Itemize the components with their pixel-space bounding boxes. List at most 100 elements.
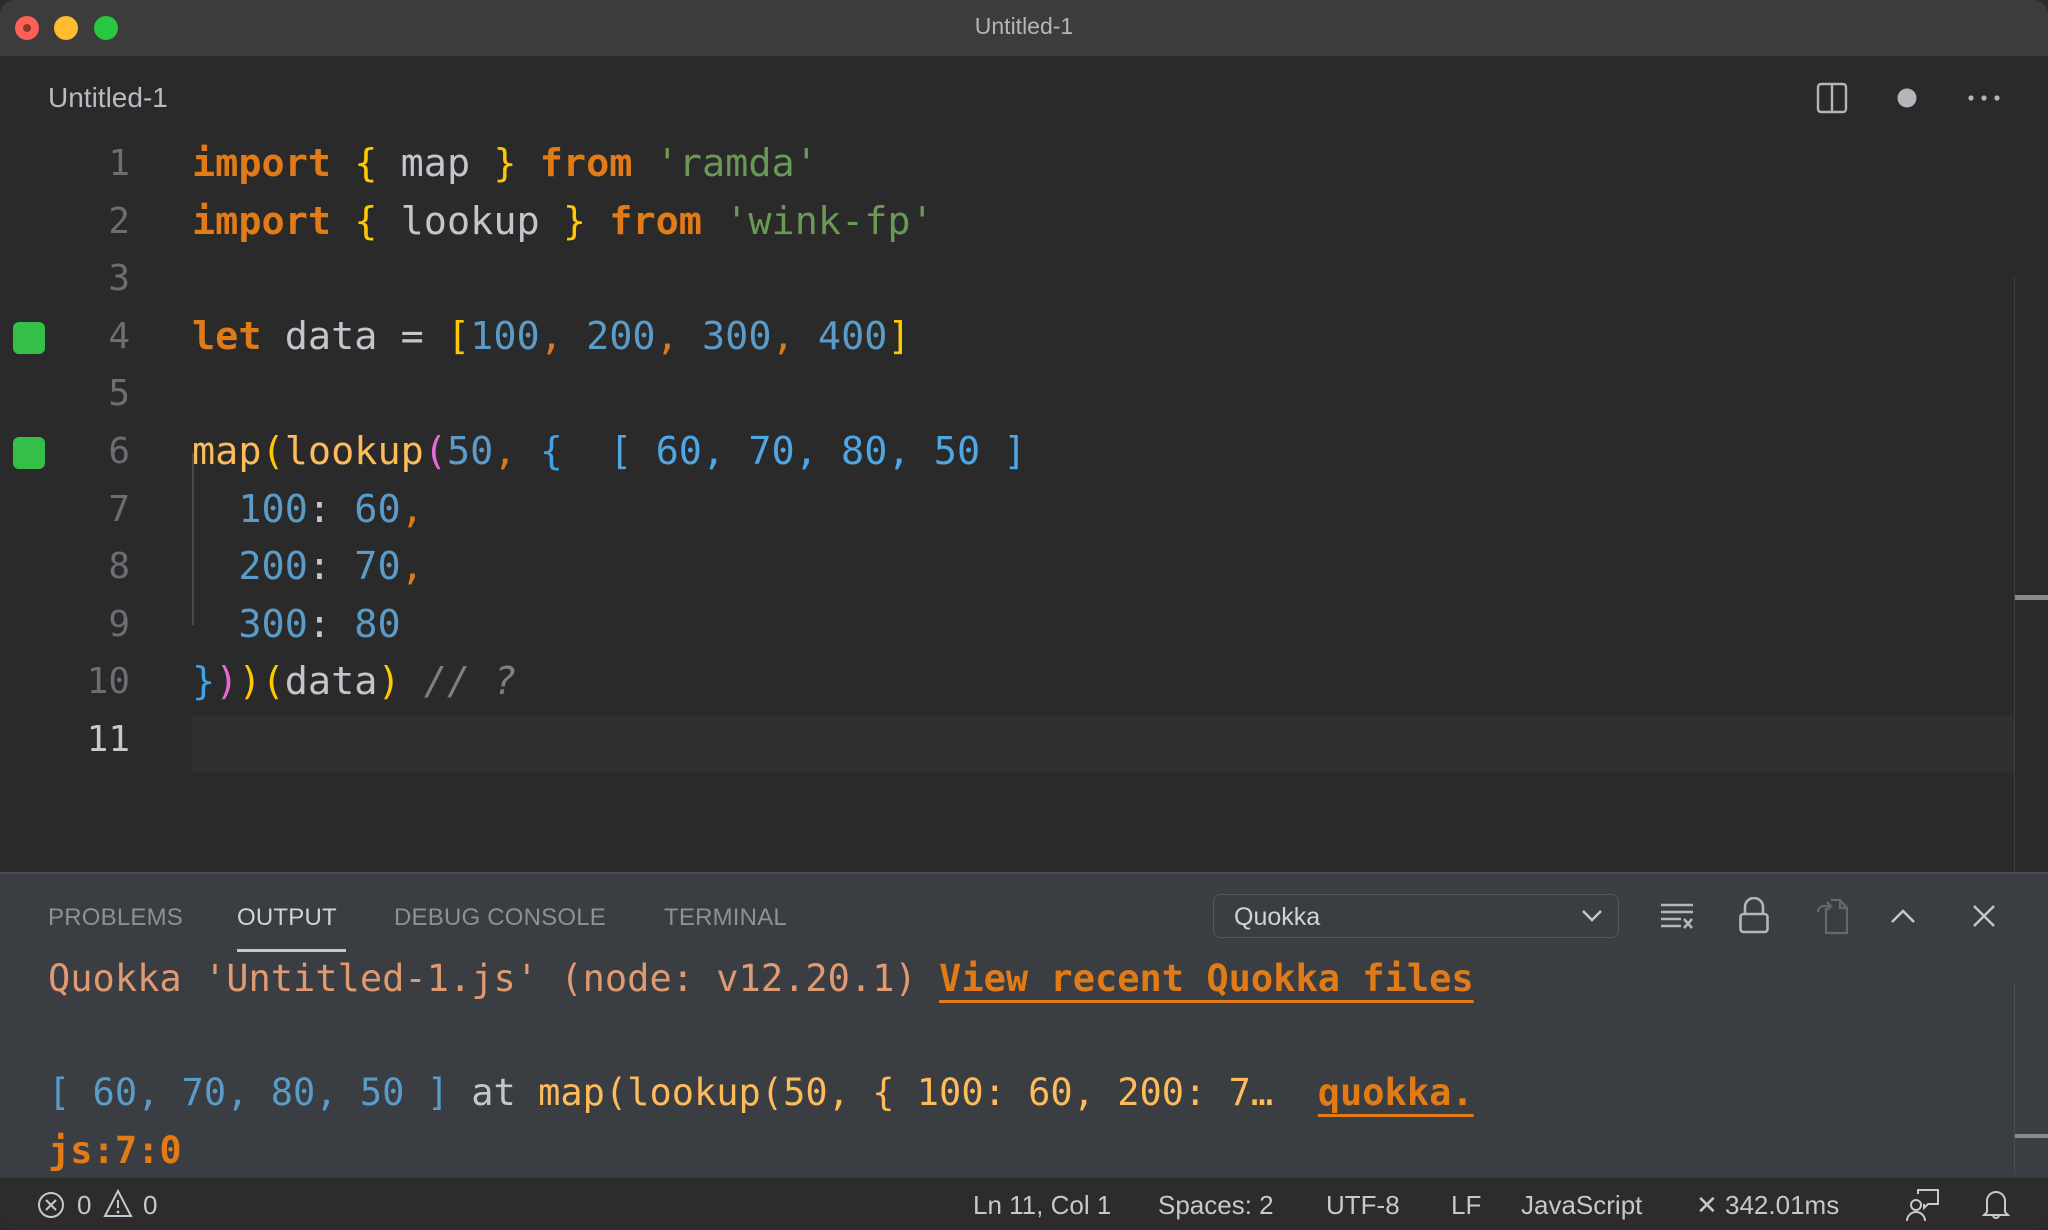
code-token: let [192, 313, 262, 359]
code-token: [ [446, 313, 471, 359]
code-token: 400 [817, 313, 888, 359]
open-in-editor-button[interactable] [1812, 896, 1852, 936]
panel-tab-terminal[interactable]: TERMINAL [664, 904, 787, 932]
line-code: 100: 60, [192, 486, 424, 532]
inline-quokka-result: [ 60, 70, 80, 50 ] [562, 429, 1027, 474]
quokka-output-header: Quokka 'Untitled-1.js' (node: v12.20.1) … [48, 957, 1474, 1000]
code-token: ) [377, 659, 401, 705]
file-encoding[interactable]: UTF-8 [1326, 1190, 1400, 1221]
code-token: } [192, 659, 216, 705]
close-panel-button[interactable] [1964, 896, 2004, 936]
chevron-up-icon [1891, 909, 1915, 923]
maximize-panel-button[interactable] [1883, 896, 1923, 936]
code-token: : [307, 486, 355, 532]
more-actions-button[interactable] [1966, 80, 2002, 116]
warning-icon[interactable] [103, 1189, 133, 1219]
result-value: [ 60, 70, 80, 50 ] [48, 1071, 449, 1114]
tab-untitled-1[interactable]: Untitled-1 [48, 82, 168, 114]
code-token: 300 [701, 313, 772, 359]
result-at-label: at [448, 1071, 539, 1114]
error-icon[interactable] [37, 1191, 65, 1219]
warning-count[interactable]: 0 [143, 1190, 157, 1221]
lock-scroll-button[interactable] [1734, 896, 1774, 936]
feedback-icon[interactable] [1906, 1188, 1940, 1222]
scrollbar-cursor-marker [2015, 595, 2048, 600]
line-number: 3 [108, 258, 130, 300]
panel-tab-debug-console[interactable]: DEBUG CONSOLE [394, 904, 606, 932]
output-channel-select[interactable]: Quokka [1213, 894, 1619, 938]
code-token: 'wink-fp' [701, 198, 934, 244]
code-line[interactable]: 10}))(data) // ? [0, 655, 2014, 713]
code-line[interactable]: 2 import { lookup } from 'wink-fp' [0, 195, 2014, 253]
clear-output-button[interactable] [1657, 896, 1697, 936]
code-token: data = [261, 313, 447, 359]
split-editor-icon [1816, 82, 1848, 114]
panel-tab-output[interactable]: OUTPUT [237, 904, 337, 932]
panel-scrollbar-marker [2015, 1134, 2048, 1138]
quokka-timing[interactable]: ✕ 342.01ms [1696, 1190, 1839, 1221]
code-token: ( [261, 429, 285, 474]
code-token: } [562, 198, 587, 244]
language-mode[interactable]: JavaScript [1521, 1190, 1642, 1221]
code-token: 50 [447, 429, 494, 474]
indentation-setting[interactable]: Spaces: 2 [1158, 1190, 1274, 1221]
clear-output-icon [1661, 903, 1693, 929]
cursor-position[interactable]: Ln 11, Col 1 [973, 1190, 1111, 1221]
code-token: ) [238, 659, 262, 705]
unsaved-dot-icon [1897, 88, 1917, 108]
editor-tab-bar: Untitled-1 [0, 56, 2048, 137]
code-token: , [400, 544, 424, 590]
code-line[interactable]: 4 let data = [100, 200, 300, 400] [0, 310, 2014, 368]
line-code: import { lookup } from 'wink-fp' [192, 199, 934, 244]
result-location-link[interactable]: quokka. [1318, 1071, 1474, 1114]
window-titlebar: Untitled-1 [0, 0, 2048, 56]
notifications-bell-icon[interactable] [1982, 1187, 2010, 1221]
panel-tab-problems[interactable]: PROBLEMS [48, 904, 183, 932]
lock-icon [1739, 897, 1769, 934]
line-number: 5 [108, 373, 130, 415]
unsaved-indicator[interactable] [1889, 80, 1925, 116]
line-number: 10 [86, 661, 130, 703]
code-line[interactable]: 6 map(lookup(50, { [ 60, 70, 80, 50 ] [0, 425, 2014, 483]
code-token: , [655, 313, 702, 359]
code-token: , [400, 486, 424, 532]
split-editor-button[interactable] [1814, 80, 1850, 116]
line-number: 2 [108, 200, 130, 242]
line-number: 9 [108, 603, 130, 645]
error-count[interactable]: 0 [77, 1190, 91, 1221]
code-token: , [771, 313, 818, 359]
code-token: 200 [192, 544, 308, 590]
code-token: from [609, 198, 702, 244]
result-location-link-cont[interactable]: js:7:0 [48, 1129, 182, 1172]
line-code: map(lookup(50, { [ 60, 70, 80, 50 ] [192, 429, 1027, 474]
code-token: 80 [354, 601, 401, 647]
open-in-editor-icon [1816, 898, 1849, 935]
code-editor[interactable]: 1 import { map } from 'ramda' 2 import { lo… [0, 137, 2048, 1009]
more-actions-icon [1968, 95, 2000, 101]
quokka-coverage-marker [13, 437, 45, 469]
code-token: import [192, 141, 332, 186]
line-number: 8 [108, 546, 130, 588]
line-number: 1 [108, 143, 130, 184]
quokka-result-line: [ 60, 70, 80, 50 ] at map(lookup(50, { 1… [48, 1071, 1474, 1114]
view-recent-quokka-files-link[interactable]: View recent Quokka files [939, 957, 1474, 1000]
end-of-line[interactable]: LF [1451, 1190, 1481, 1221]
code-token: data [284, 659, 378, 705]
output-channel-value: Quokka [1234, 903, 1321, 931]
code-token: ) [215, 659, 239, 705]
code-line[interactable]: 7 100: 60, [0, 483, 2014, 541]
code-token: ] [887, 313, 911, 359]
code-line[interactable]: 5 [0, 367, 2014, 425]
line-code: 300: 80 [192, 601, 401, 647]
code-line[interactable]: 8 200: 70, [0, 540, 2014, 598]
code-line[interactable]: 1 import { map } from 'ramda' [0, 137, 2014, 195]
code-line[interactable]: 11 [0, 713, 2014, 771]
code-line[interactable]: 9 300: 80 [0, 598, 2014, 656]
panel-scrollbar[interactable] [2014, 984, 2015, 1174]
quokka-session-info: Quokka 'Untitled-1.js' (node: v12.20.1) [48, 957, 940, 1000]
code-line[interactable]: 3 [0, 252, 2014, 310]
